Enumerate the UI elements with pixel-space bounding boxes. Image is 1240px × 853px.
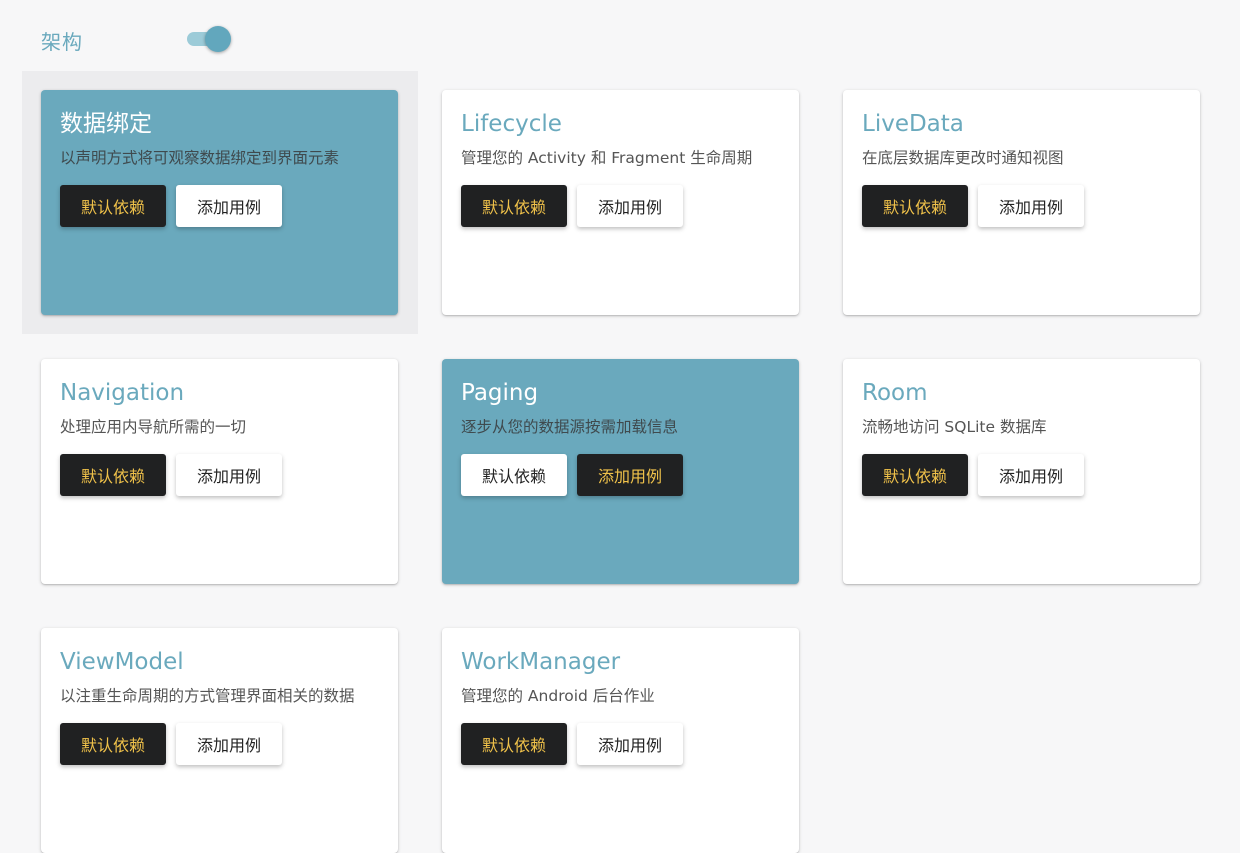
- card-description: 逐步从您的数据源按需加载信息: [461, 418, 679, 436]
- card-title: Lifecycle: [461, 111, 562, 137]
- card-title: 数据绑定: [60, 111, 152, 137]
- add-usecase-button[interactable]: 添加用例: [577, 723, 683, 765]
- card-description: 以注重生命周期的方式管理界面相关的数据: [60, 687, 355, 705]
- default-dependency-button[interactable]: 默认依赖: [461, 454, 567, 496]
- add-usecase-button[interactable]: 添加用例: [176, 723, 282, 765]
- architecture-toggle[interactable]: [185, 26, 231, 52]
- section-title: 架构: [41, 30, 83, 54]
- card-navigation: Navigation 处理应用内导航所需的一切 默认依赖 添加用例: [41, 359, 398, 584]
- card-description: 管理您的 Activity 和 Fragment 生命周期: [461, 149, 753, 167]
- card-title: LiveData: [862, 111, 964, 137]
- card-databinding: 数据绑定 以声明方式将可观察数据绑定到界面元素 默认依赖 添加用例: [41, 90, 398, 315]
- default-dependency-button[interactable]: 默认依赖: [60, 185, 166, 227]
- add-usecase-button[interactable]: 添加用例: [577, 185, 683, 227]
- card-title: WorkManager: [461, 649, 621, 675]
- card-title: Paging: [461, 380, 539, 406]
- card-paging: Paging 逐步从您的数据源按需加载信息 默认依赖 添加用例: [442, 359, 799, 584]
- add-usecase-button[interactable]: 添加用例: [978, 454, 1084, 496]
- default-dependency-button[interactable]: 默认依赖: [461, 185, 567, 227]
- default-dependency-button[interactable]: 默认依赖: [461, 723, 567, 765]
- card-title: Navigation: [60, 380, 185, 406]
- default-dependency-button[interactable]: 默认依赖: [862, 454, 968, 496]
- card-description: 管理您的 Android 后台作业: [461, 687, 655, 705]
- card-description: 在底层数据库更改时通知视图: [862, 149, 1064, 167]
- card-workmanager: WorkManager 管理您的 Android 后台作业 默认依赖 添加用例: [442, 628, 799, 853]
- card-lifecycle: Lifecycle 管理您的 Activity 和 Fragment 生命周期 …: [442, 90, 799, 315]
- section-header: 架构: [41, 22, 241, 56]
- card-livedata: LiveData 在底层数据库更改时通知视图 默认依赖 添加用例: [843, 90, 1200, 315]
- toggle-knob: [205, 26, 231, 52]
- card-title: Room: [862, 380, 928, 406]
- add-usecase-button[interactable]: 添加用例: [176, 185, 282, 227]
- add-usecase-button[interactable]: 添加用例: [577, 454, 683, 496]
- default-dependency-button[interactable]: 默认依赖: [60, 723, 166, 765]
- card-description: 以声明方式将可观察数据绑定到界面元素: [60, 149, 340, 167]
- card-title: ViewModel: [60, 649, 184, 675]
- add-usecase-button[interactable]: 添加用例: [176, 454, 282, 496]
- card-description: 处理应用内导航所需的一切: [60, 418, 247, 436]
- card-room: Room 流畅地访问 SQLite 数据库 默认依赖 添加用例: [843, 359, 1200, 584]
- default-dependency-button[interactable]: 默认依赖: [862, 185, 968, 227]
- card-viewmodel: ViewModel 以注重生命周期的方式管理界面相关的数据 默认依赖 添加用例: [41, 628, 398, 853]
- card-description: 流畅地访问 SQLite 数据库: [862, 418, 1047, 436]
- default-dependency-button[interactable]: 默认依赖: [60, 454, 166, 496]
- add-usecase-button[interactable]: 添加用例: [978, 185, 1084, 227]
